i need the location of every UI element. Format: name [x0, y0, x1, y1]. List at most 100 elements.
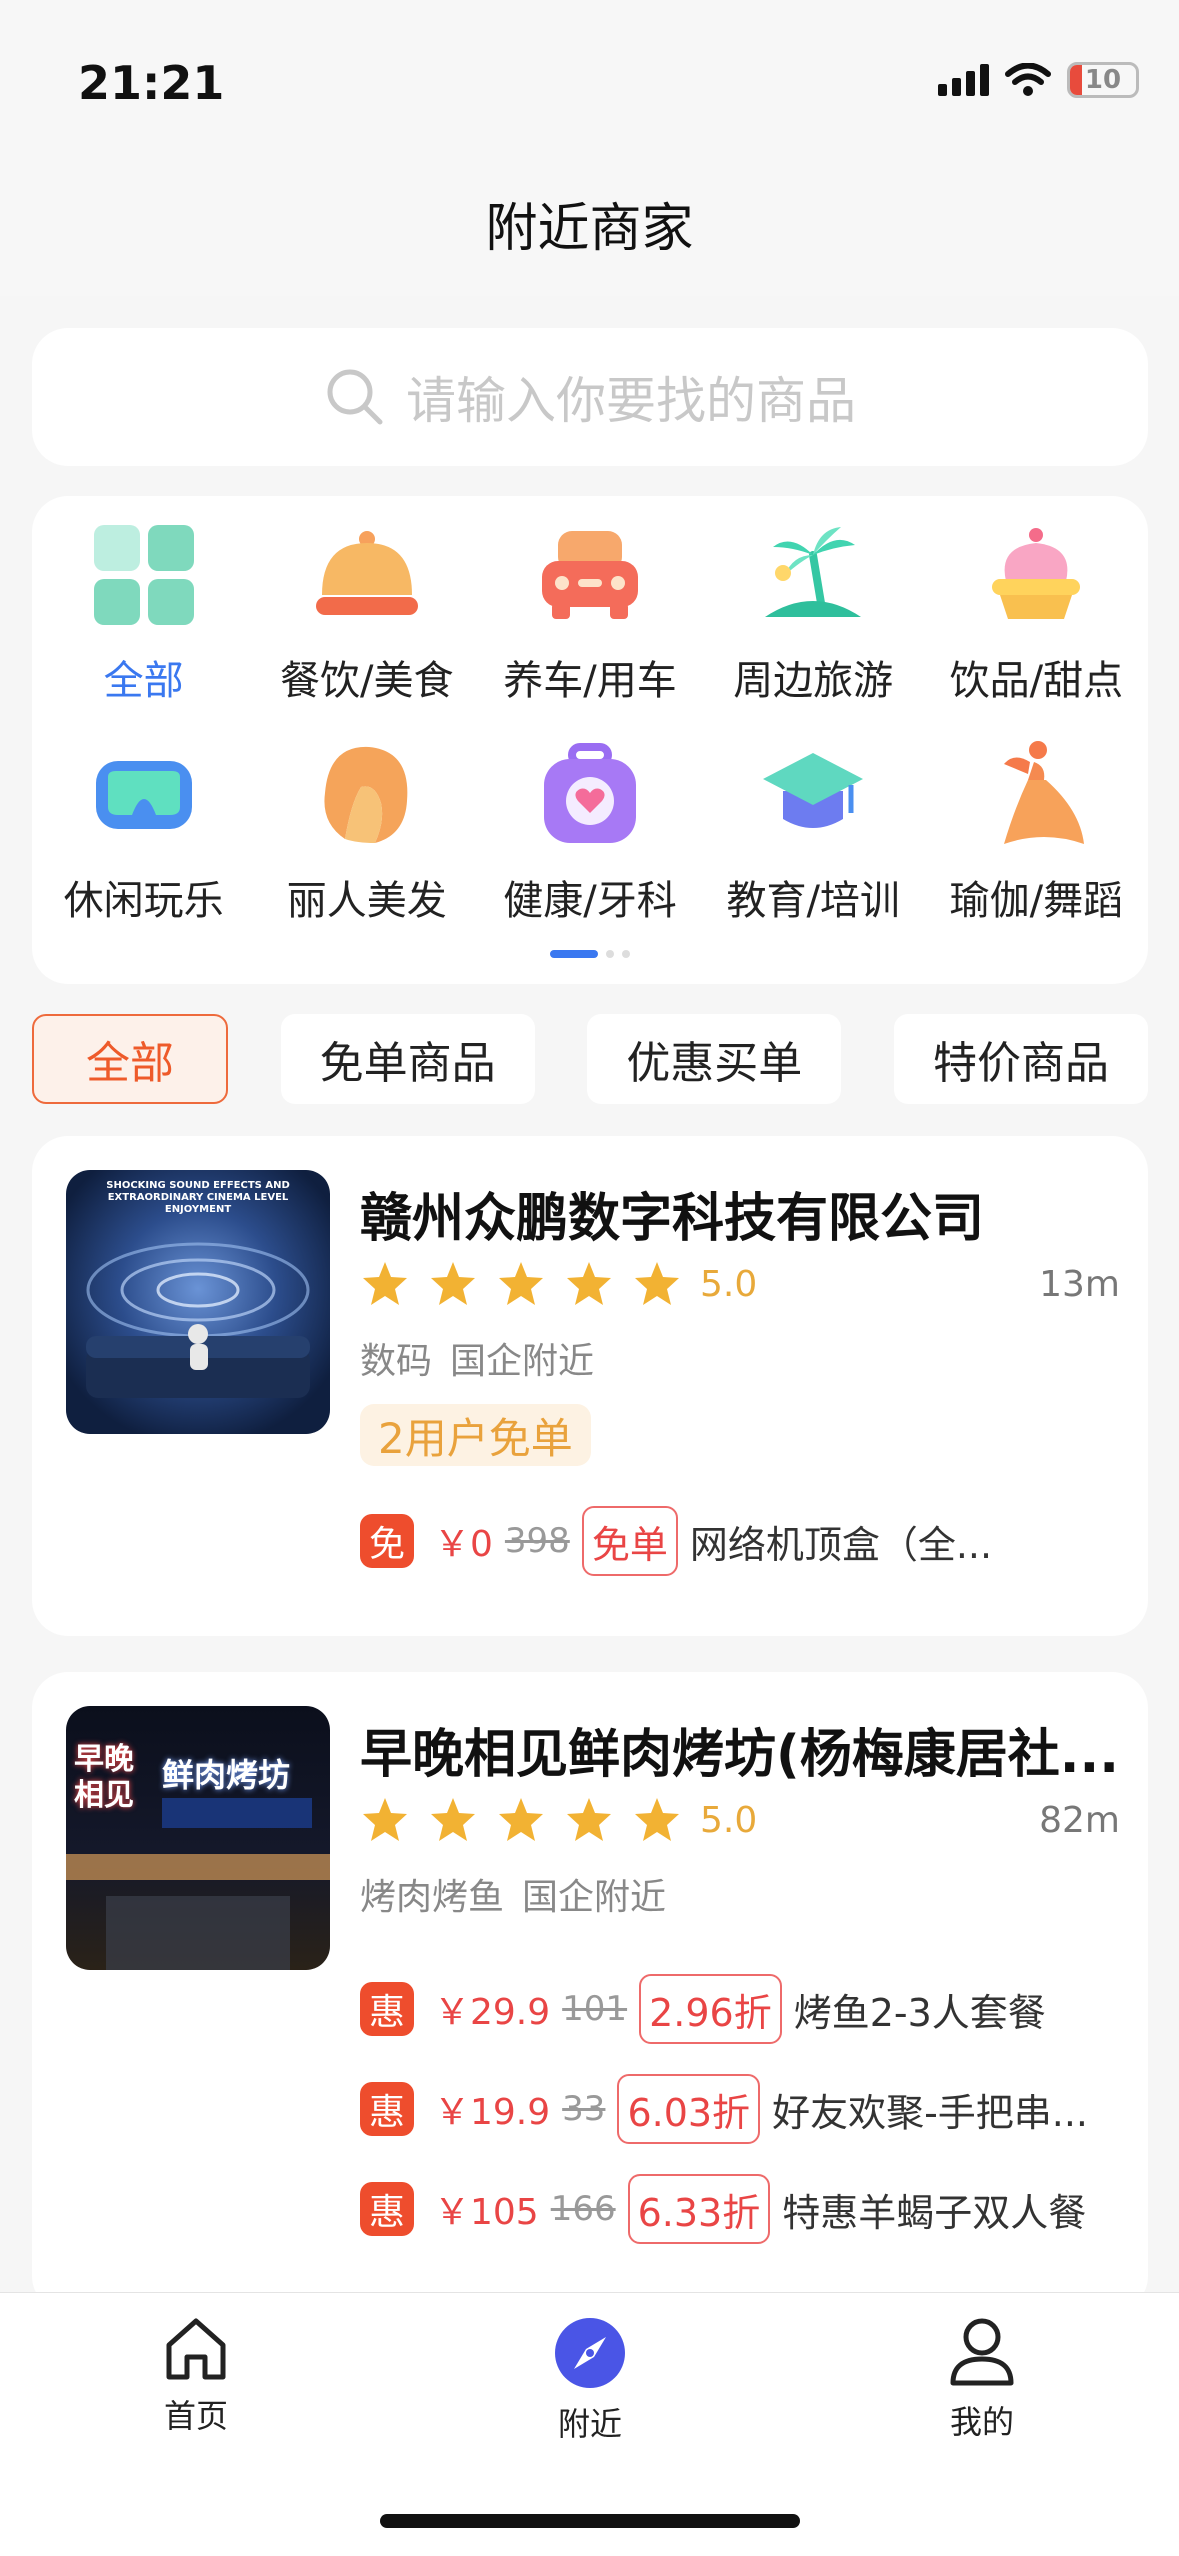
shop-card[interactable]: 早晚相见 鲜肉烤坊 早晚相见鲜肉烤坊(杨梅康居社... 5.0 82m 烤肉烤鱼… [32, 1672, 1148, 2312]
distance: 82m [1039, 1799, 1120, 1841]
category-food[interactable]: 餐饮/美食 [255, 520, 478, 706]
discount-tag-icon: 惠 [360, 2182, 414, 2236]
tab-home[interactable]: 首页 [96, 2317, 296, 2437]
category-car[interactable]: 养车/用车 [478, 520, 701, 706]
category-label: 养车/用车 [503, 658, 677, 704]
health-bag-icon [535, 740, 645, 850]
category-label: 餐饮/美食 [280, 658, 454, 704]
thumbnail-sign-right: 鲜肉烤坊 [162, 1756, 291, 1794]
deal-badge: 2.96折 [639, 1974, 782, 2044]
deal-name: 特惠羊蝎子双人餐 [782, 2190, 1087, 2235]
deal-row[interactable]: 惠 ￥19.9 33 6.03折 好友欢聚-手把串... [360, 2072, 1088, 2146]
deal-row[interactable]: 惠 ￥105 166 6.33折 特惠羊蝎子双人餐 [360, 2172, 1086, 2246]
rating-row: 5.0 13m [360, 1254, 1120, 1314]
star-icon [567, 1262, 611, 1305]
graduation-cap-icon [758, 740, 868, 850]
nav-header: 附近商家 [0, 160, 1179, 296]
filter-discount[interactable]: 优惠买单 [587, 1014, 842, 1104]
tab-label: 我的 [949, 2403, 1014, 2441]
status-icons: 10 [938, 62, 1139, 98]
deal-name: 好友欢聚-手把串... [772, 2090, 1089, 2135]
home-indicator[interactable] [380, 2514, 800, 2528]
shop-tag: 国企附近 [450, 1341, 595, 1382]
deal-row[interactable]: 惠 ￥29.9 101 2.96折 烤鱼2-3人套餐 [360, 1972, 1046, 2046]
shop-name: 早晚相见鲜肉烤坊(杨梅康居社... [360, 1725, 1120, 1785]
star-icon [363, 1262, 407, 1305]
home-icon [166, 2318, 226, 2380]
star-icon [635, 1798, 679, 1841]
category-label: 健康/牙科 [503, 878, 677, 924]
woman-hair-icon [312, 740, 422, 850]
user-icon [950, 2318, 1014, 2386]
deal-price: ￥105 [434, 2192, 539, 2233]
compass-icon [555, 2318, 625, 2388]
star-icon [363, 1798, 407, 1841]
category-beauty[interactable]: 丽人美发 [255, 740, 478, 926]
discount-tag-icon: 惠 [360, 2082, 414, 2136]
page-dot [606, 950, 614, 958]
star-icon [431, 1262, 475, 1305]
tab-nearby[interactable]: 附近 [490, 2317, 690, 2445]
category-label: 丽人美发 [286, 878, 447, 924]
shop-card[interactable]: SHOCKING SOUND EFFECTS AND EXTRAORDINARY… [32, 1136, 1148, 1636]
tab-profile[interactable]: 我的 [882, 2317, 1082, 2443]
original-price: 166 [550, 2189, 616, 2229]
grid-icon [89, 520, 199, 630]
deal-row[interactable]: 免 ￥0 398 免单 网络机顶盒（全... [360, 1504, 992, 1578]
category-yoga[interactable]: 瑜伽/舞蹈 [925, 740, 1148, 926]
star-icon [499, 1798, 543, 1841]
car-icon [535, 520, 645, 630]
deal-price: ￥29.9 [434, 1992, 551, 2033]
category-leisure[interactable]: 休闲玩乐 [32, 740, 255, 926]
category-panel: 全部 餐饮/美食 养车/用车 周边旅游 饮品/甜点 休闲玩乐 丽人美发 健康/牙… [32, 496, 1148, 984]
status-time: 21:21 [78, 56, 225, 110]
rating-score: 5.0 [700, 1799, 758, 1841]
page-dot-active [550, 950, 598, 958]
category-drinks[interactable]: 饮品/甜点 [925, 520, 1148, 706]
dancer-icon [981, 740, 1091, 850]
rating-row: 5.0 82m [360, 1790, 1120, 1850]
tab-label: 首页 [163, 2397, 228, 2435]
category-health[interactable]: 健康/牙科 [478, 740, 701, 926]
filter-tabs: 全部 免单商品 优惠买单 特价商品 [32, 1014, 1148, 1104]
deal-badge: 免单 [581, 1506, 678, 1576]
star-icon [499, 1262, 543, 1305]
category-education[interactable]: 教育/培训 [702, 740, 925, 926]
shop-thumbnail: 早晚相见 鲜肉烤坊 [66, 1706, 330, 1970]
shop-tag: 数码 [360, 1341, 433, 1382]
filter-special[interactable]: 特价商品 [893, 1014, 1148, 1104]
star-rating [360, 1795, 682, 1845]
category-all[interactable]: 全部 [32, 520, 255, 706]
discount-tag-icon: 惠 [360, 1982, 414, 2036]
star-icon [567, 1798, 611, 1841]
category-label: 瑜伽/舞蹈 [949, 878, 1124, 924]
page-title: 附近商家 [485, 198, 694, 259]
free-tag-icon: 免 [360, 1514, 414, 1568]
deal-badge: 6.33折 [627, 2174, 771, 2244]
thumbnail-sign-left: 早晚相见 [74, 1742, 134, 1813]
page-dot [622, 950, 630, 958]
filter-all[interactable]: 全部 [32, 1014, 228, 1104]
category-label: 休闲玩乐 [63, 878, 224, 924]
battery-level: 10 [1084, 65, 1122, 95]
cupcake-icon [981, 520, 1091, 630]
thumbnail-strip [66, 1854, 330, 1880]
star-icon [431, 1798, 475, 1841]
vr-goggles-icon [89, 740, 199, 850]
free-order-badge: 2用户免单 [360, 1404, 591, 1466]
original-price: 398 [504, 1521, 570, 1561]
shop-name: 赣州众鹏数字科技有限公司 [360, 1189, 985, 1249]
cellular-signal-icon [938, 64, 989, 96]
original-price: 101 [562, 1989, 628, 2029]
deal-name: 网络机顶盒（全... [689, 1522, 993, 1567]
deal-price: ￥19.9 [434, 2092, 551, 2133]
shop-tag: 国企附近 [522, 1877, 667, 1918]
search-input[interactable]: 请输入你要找的商品 [32, 328, 1148, 466]
shop-thumbnail: SHOCKING SOUND EFFECTS AND EXTRAORDINARY… [66, 1170, 330, 1434]
filter-free[interactable]: 免单商品 [280, 1014, 535, 1104]
page-indicator [32, 950, 1148, 958]
thumbnail-banner [162, 1798, 312, 1828]
original-price: 33 [562, 2089, 606, 2129]
category-label: 全部 [103, 658, 184, 704]
category-travel[interactable]: 周边旅游 [702, 520, 925, 706]
